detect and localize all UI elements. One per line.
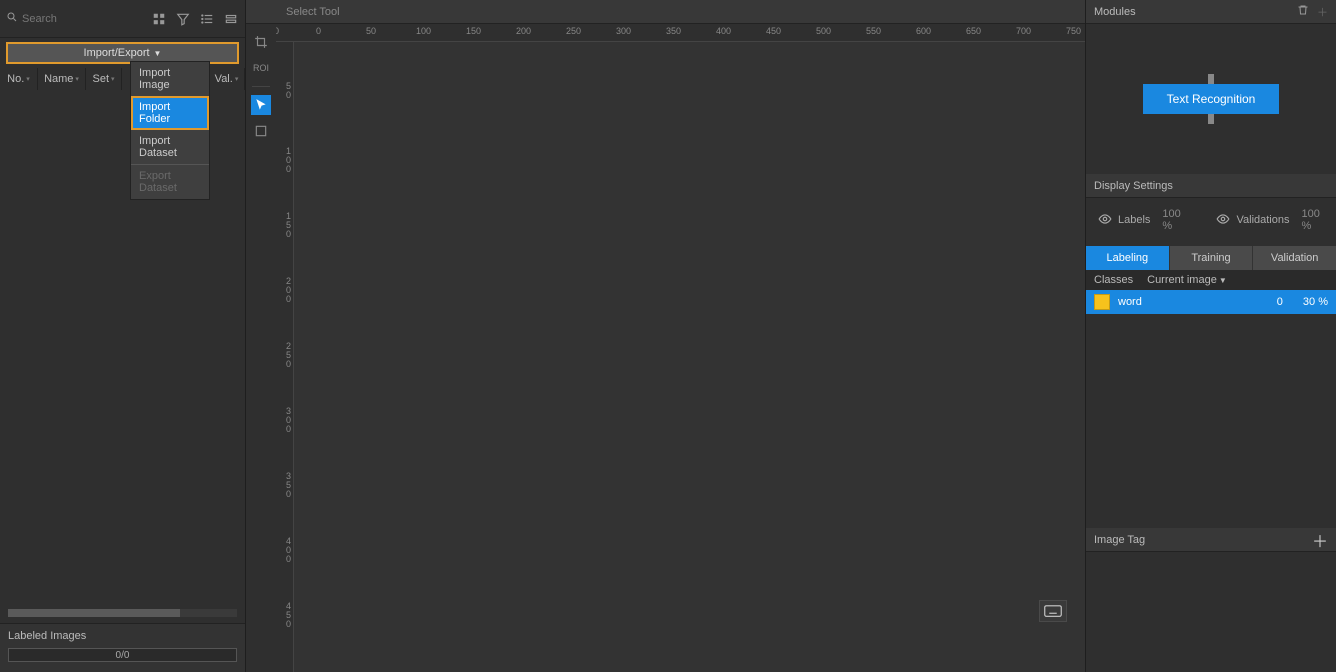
keyboard-icon[interactable] (1039, 600, 1067, 622)
tool-title: Select Tool (286, 6, 340, 18)
menu-import-folder[interactable]: Import Folder (131, 96, 209, 130)
trash-icon[interactable] (1297, 4, 1309, 20)
tool-column: ROI (246, 24, 276, 672)
stack-icon[interactable] (223, 11, 239, 27)
eye-icon (1098, 212, 1112, 229)
classes-toolbar: Classes Current image ▼ (1086, 270, 1336, 290)
modules-body: Text Recognition (1086, 24, 1336, 174)
menu-export-dataset: Export Dataset (131, 164, 209, 199)
display-settings-title: Display Settings (1094, 180, 1173, 192)
tool-select[interactable] (251, 95, 271, 115)
scrollbar-thumb[interactable] (8, 609, 180, 617)
search-row (0, 0, 245, 38)
tool-rect[interactable] (251, 121, 271, 141)
tool-crop[interactable] (251, 32, 271, 52)
tab-validation[interactable]: Validation (1252, 246, 1336, 270)
labeled-images-title: Labeled Images (8, 630, 237, 642)
classes-label: Classes (1094, 274, 1133, 286)
import-export-label: Import/Export (84, 47, 150, 59)
search-icon (6, 11, 18, 26)
menu-import-image[interactable]: Import Image (131, 62, 209, 96)
caret-down-icon: ▼ (1219, 276, 1227, 285)
col-name[interactable]: Name▾ (38, 68, 86, 90)
import-export-dropdown: Import Image Import Folder Import Datase… (130, 61, 210, 200)
grid-view-icon[interactable] (151, 11, 167, 27)
col-no[interactable]: No.▾ (0, 68, 38, 90)
display-settings-body: Labels 100 % Validations 100 % (1086, 198, 1336, 246)
tool-header: Select Tool (246, 0, 1085, 24)
tool-roi[interactable]: ROI (251, 58, 271, 78)
horizontal-scrollbar[interactable] (8, 609, 237, 617)
class-color-swatch (1094, 294, 1110, 310)
modules-title: Modules (1094, 6, 1136, 18)
horizontal-ruler: -50 0 50 100 150 200 250 300 350 400 450… (276, 24, 1085, 42)
image-tag-title: Image Tag (1094, 534, 1145, 546)
right-panel: Modules ＋ Text Recognition Display Setti… (1086, 0, 1336, 672)
module-name: Text Recognition (1167, 92, 1256, 106)
tab-labeling[interactable]: Labeling (1086, 246, 1169, 270)
class-percent: 30 % (1303, 296, 1328, 308)
labeled-images-progress: 0/0 (8, 648, 237, 662)
plus-icon[interactable]: ＋ (1317, 4, 1328, 20)
class-name: word (1118, 296, 1277, 308)
filter-icon[interactable] (175, 11, 191, 27)
display-settings-header: Display Settings (1086, 174, 1336, 198)
caret-down-icon: ▼ (154, 49, 162, 58)
tab-training[interactable]: Training (1169, 246, 1253, 270)
list-icon[interactable] (199, 11, 215, 27)
scope-dropdown[interactable]: Current image ▼ (1147, 274, 1227, 286)
image-tag-header: Image Tag ＋ (1086, 528, 1336, 552)
left-panel: Import/Export ▼ No.▾ Name▾ Set▾ Val.▾ Im… (0, 0, 246, 672)
validations-visibility[interactable]: Validations 100 % (1216, 208, 1324, 232)
image-tag-body (1086, 552, 1336, 672)
modules-header: Modules ＋ (1086, 0, 1336, 24)
mode-tabs: Labeling Training Validation (1086, 246, 1336, 270)
canvas[interactable] (294, 42, 1085, 672)
eye-icon (1216, 212, 1230, 229)
labeled-images-panel: Labeled Images 0/0 (0, 623, 245, 672)
class-count: 0 (1277, 296, 1283, 308)
vertical-ruler: 5 0 1 0 0 1 5 0 2 0 0 2 5 0 3 0 0 3 5 0 … (276, 42, 294, 672)
labeled-images-count: 0/0 (116, 650, 130, 661)
col-set[interactable]: Set▾ (86, 68, 122, 90)
search-input[interactable] (22, 13, 112, 25)
menu-import-dataset[interactable]: Import Dataset (131, 130, 209, 164)
search-box[interactable] (6, 11, 147, 26)
add-tag-button[interactable]: ＋ (1312, 528, 1328, 552)
labels-visibility[interactable]: Labels 100 % (1098, 208, 1186, 232)
classes-body (1086, 314, 1336, 528)
canvas-panel: Select Tool ROI -50 0 50 100 150 200 250 (246, 0, 1086, 672)
class-row-word[interactable]: word 0 30 % (1086, 290, 1336, 314)
module-node[interactable]: Text Recognition (1143, 84, 1280, 114)
col-val[interactable]: Val.▾ (209, 68, 245, 90)
